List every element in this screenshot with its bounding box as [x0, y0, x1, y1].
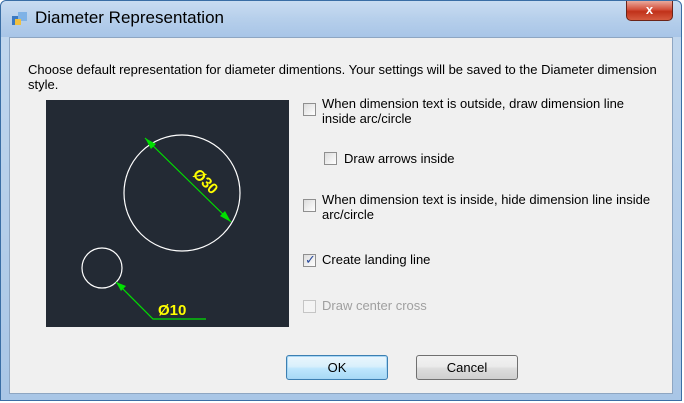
preview-drawing: Ø30 Ø10	[81, 134, 241, 320]
small-arrow	[116, 282, 126, 291]
option-draw-arrows-inside-label[interactable]: Draw arrows inside	[344, 151, 544, 166]
description-text: Choose default representation for diamet…	[28, 62, 657, 92]
diameter-preview: Ø30 Ø10	[46, 100, 289, 327]
large-dimension-label: Ø30	[189, 166, 221, 198]
title-bar[interactable]: Diameter Representation x	[1, 1, 681, 37]
option-draw-center-cross-checkbox	[303, 300, 316, 313]
window-title: Diameter Representation	[35, 8, 224, 27]
large-dimension-line	[144, 137, 232, 223]
cancel-button[interactable]: Cancel	[416, 355, 518, 380]
close-icon: x	[645, 2, 654, 17]
ok-button[interactable]: OK	[286, 355, 388, 380]
option-draw-center-cross-label: Draw center cross	[322, 298, 427, 313]
option-create-landing-line-label[interactable]: Create landing line	[322, 252, 522, 267]
app-icon	[12, 12, 27, 25]
option-outside-draw-inside-checkbox[interactable]	[303, 103, 316, 116]
option-draw-arrows-inside-checkbox[interactable]	[324, 152, 337, 165]
option-outside-draw-inside-label[interactable]: When dimension text is outside, draw dim…	[322, 96, 652, 126]
option-create-landing-line-checkbox[interactable]: ✓	[303, 252, 316, 267]
large-circle	[123, 134, 241, 252]
option-inside-hide-line-checkbox[interactable]	[303, 199, 316, 212]
small-dimension-label: Ø10	[158, 302, 186, 319]
close-button[interactable]: x	[626, 1, 673, 21]
check-icon: ✓	[305, 252, 316, 267]
option-inside-hide-line-label[interactable]: When dimension text is inside, hide dime…	[322, 192, 668, 222]
